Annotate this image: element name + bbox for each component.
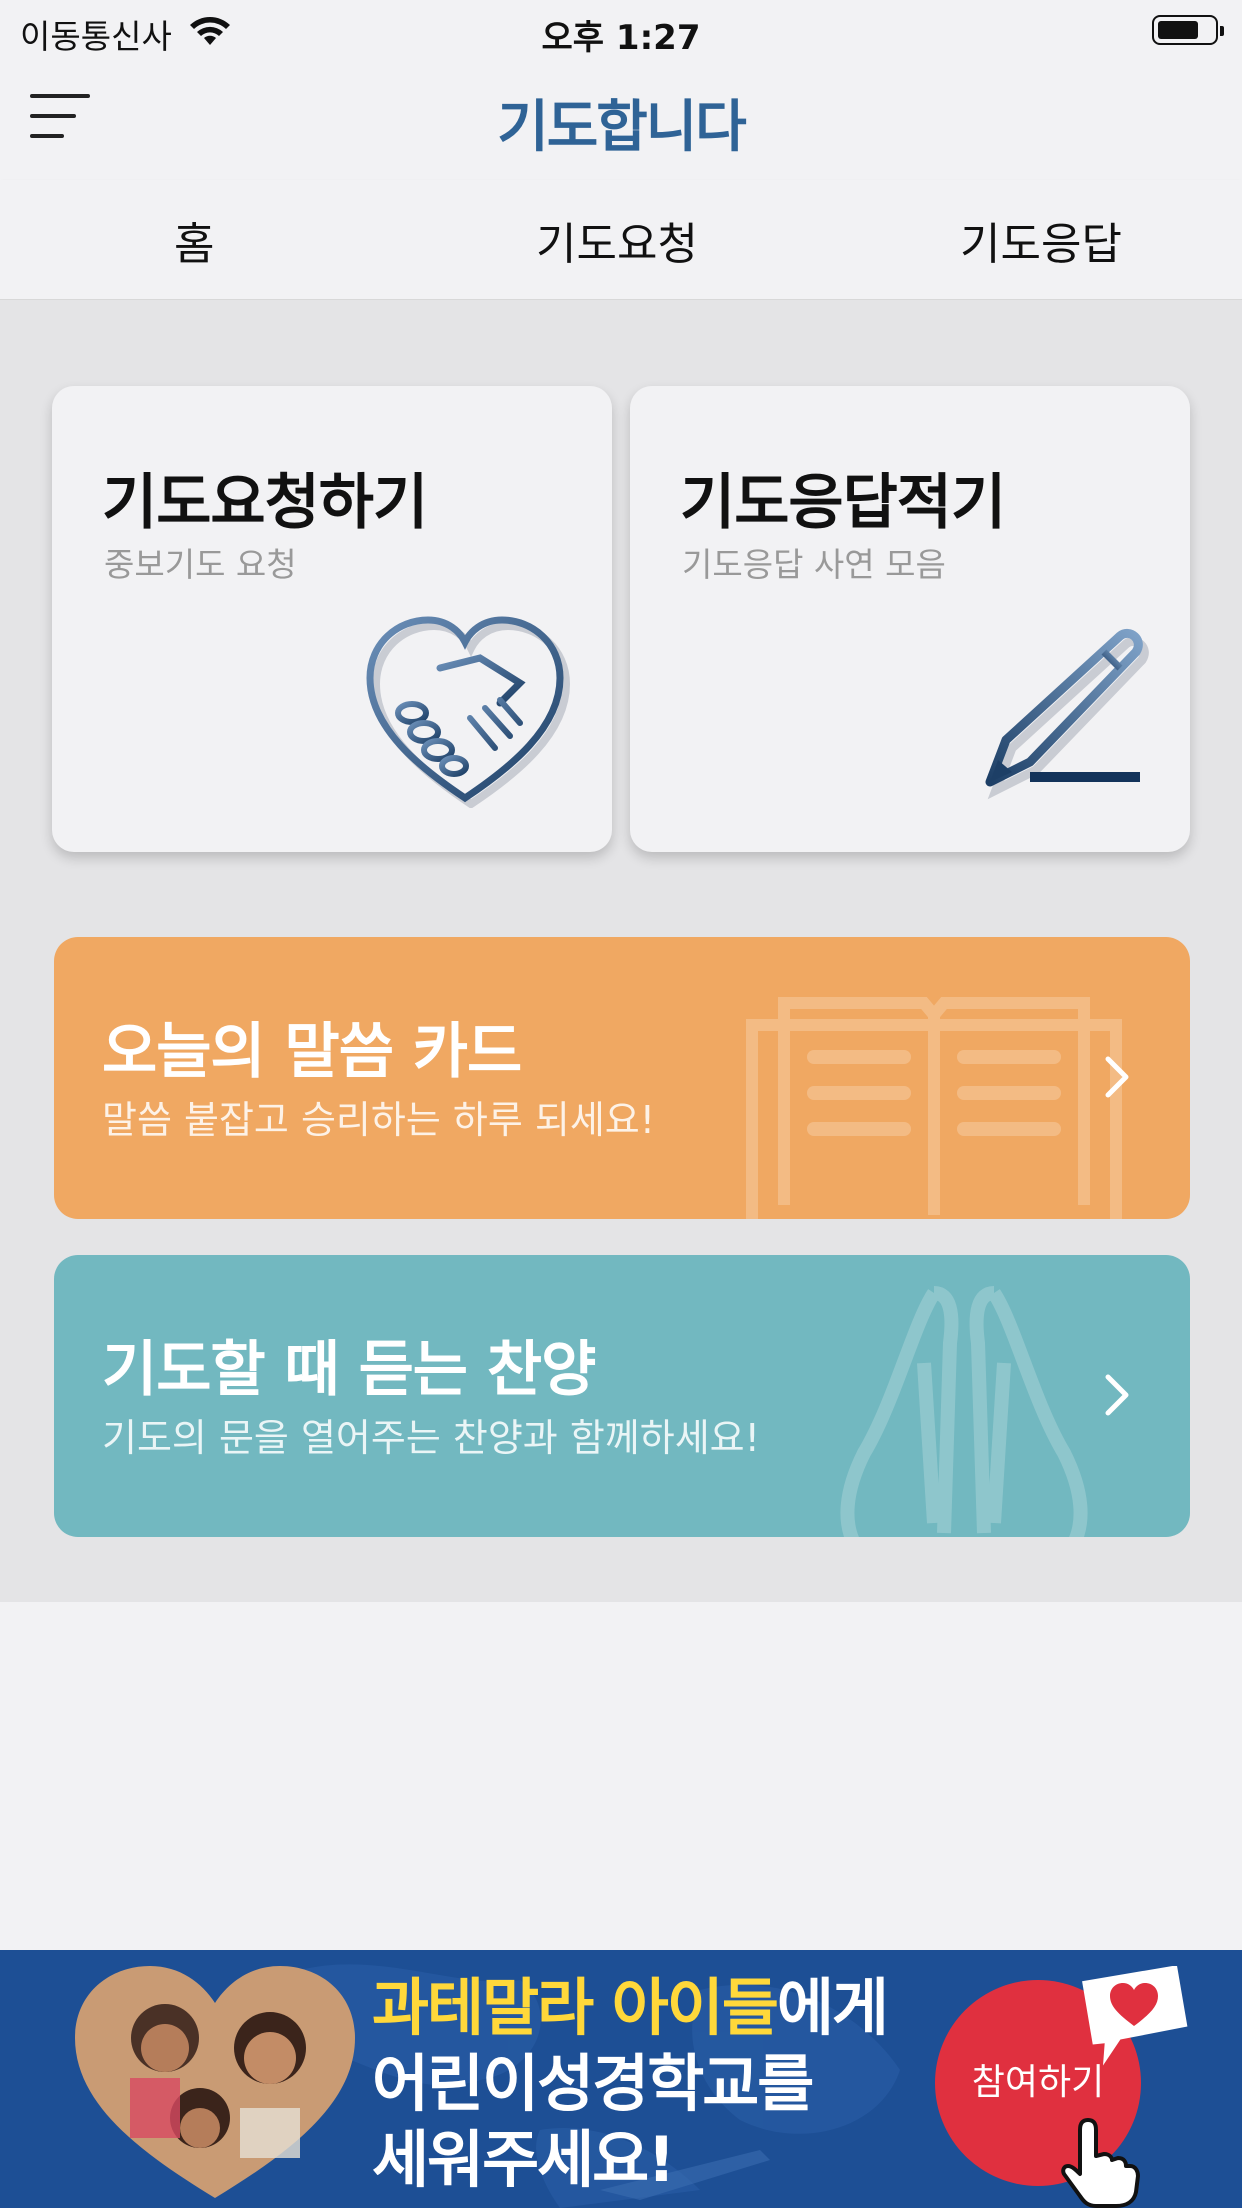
banner-subtitle: 말씀 붙잡고 승리하는 하루 되세요! <box>102 1098 655 1142</box>
request-prayer-card[interactable]: 기도요청하기 중보기도 요청 <box>52 386 612 852</box>
prayer-praise-banner[interactable]: 기도할 때 듣는 찬양 기도의 문을 열어주는 찬양과 함께하세요! <box>54 1255 1190 1537</box>
tab-prayer-answer[interactable]: 기도응답 <box>960 208 1122 272</box>
heart-speech-bubble-icon <box>1078 1965 1190 2070</box>
tab-prayer-request[interactable]: 기도요청 <box>536 208 698 272</box>
handshake-heart-icon <box>360 608 580 812</box>
pencil-icon <box>970 622 1150 806</box>
card-subtitle: 기도응답 사연 모음 <box>682 545 946 584</box>
chevron-right-icon <box>1104 1373 1130 1421</box>
status-time: 오후 1:27 <box>541 18 701 58</box>
ad-banner[interactable]: 과테말라 아이들에게 어린이성경학교를 세워주세요! 참여하기 <box>0 1950 1242 2208</box>
battery-icon <box>1152 15 1224 45</box>
banner-title: 기도할 때 듣는 찬양 <box>102 1335 596 1405</box>
chevron-right-icon <box>1104 1055 1130 1103</box>
ad-headline: 과테말라 아이들에게 어린이성경학교를 세워주세요! <box>372 1970 889 2198</box>
card-subtitle: 중보기도 요청 <box>104 545 297 584</box>
app-title: 기도합니다 <box>497 95 747 160</box>
app-header: 기도합니다 <box>0 60 1242 180</box>
ad-headline-highlight: 과테말라 아이들 <box>372 1971 779 2044</box>
ad-headline-line1: 에게 <box>776 1971 889 2044</box>
ad-headline-line2: 어린이성경학교를 <box>372 2047 814 2120</box>
daily-word-card-banner[interactable]: 오늘의 말씀 카드 말씀 붙잡고 승리하는 하루 되세요! <box>54 937 1190 1219</box>
main-content: 기도요청하기 중보기도 요청 기도응답적기 기도응답 사연 모음 오늘의 말씀 … <box>0 300 1242 1602</box>
pointer-hand-icon <box>1060 2116 1140 2208</box>
write-answer-card[interactable]: 기도응답적기 기도응답 사연 모음 <box>630 386 1190 852</box>
open-book-icon <box>744 995 1124 1219</box>
card-title: 기도응답적기 <box>680 468 1006 538</box>
card-title: 기도요청하기 <box>102 468 428 538</box>
ad-headline-line3: 세워주세요! <box>372 2123 675 2196</box>
tab-home[interactable]: 홈 <box>174 208 214 272</box>
banner-subtitle: 기도의 문을 열어주는 찬양과 함께하세요! <box>102 1416 760 1460</box>
status-bar: 이동통신사 오후 1:27 <box>0 0 1242 60</box>
children-photo <box>70 1958 360 2208</box>
banner-title: 오늘의 말씀 카드 <box>102 1017 522 1087</box>
praying-hands-icon <box>824 1283 1104 1537</box>
tab-bar: 홈 기도요청 기도응답 <box>0 180 1242 300</box>
